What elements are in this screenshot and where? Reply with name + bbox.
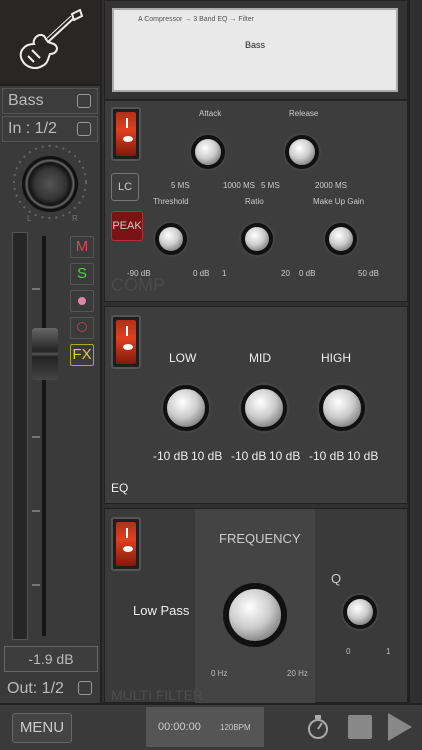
makeup-gain-label: Make Up Gain	[313, 197, 365, 206]
play-button[interactable]	[388, 713, 412, 741]
eq-title: EQ	[111, 481, 129, 495]
channel-strip: Bass In : 1/2 L R M S FX -1.9 dB Out: 1/…	[0, 0, 102, 703]
fader-track	[42, 236, 46, 636]
power-icon	[116, 112, 136, 156]
eq-mid-min: -10 dB	[231, 449, 267, 463]
pan-right-label: R	[72, 214, 78, 223]
eq-low-min: -10 dB	[153, 449, 189, 463]
app: Bass In : 1/2 L R M S FX -1.9 dB Out: 1/…	[0, 0, 422, 750]
instrument-button[interactable]	[0, 0, 100, 86]
power-icon	[116, 320, 136, 364]
channel-name-checkbox[interactable]	[77, 94, 91, 108]
time-readout: 00:00:00	[158, 721, 201, 733]
release-min: 5 MS	[261, 181, 280, 190]
release-max: 2000 MS	[315, 181, 348, 190]
q-knob[interactable]	[343, 595, 377, 629]
makeup-gain-knob[interactable]	[325, 223, 357, 255]
next-channel-edge[interactable]	[408, 0, 422, 703]
mute-button[interactable]: M	[70, 236, 94, 258]
threshold-max: 0 dB	[193, 269, 210, 278]
ratio-max: 20	[281, 269, 290, 278]
fader-tick	[32, 584, 40, 586]
record-button[interactable]	[70, 290, 94, 312]
effect-chain-text: A Compressor → 3 Band EQ → Filter	[138, 16, 254, 23]
monitor-button[interactable]	[70, 317, 94, 339]
eq-high-label: HIGH	[321, 351, 351, 365]
power-icon	[116, 522, 136, 566]
eq-power-switch[interactable]	[111, 315, 141, 369]
compressor-watermark: COMP	[111, 275, 165, 295]
eq-mid-max: 10 dB	[269, 449, 301, 463]
electric-guitar-icon	[19, 8, 84, 69]
fader-tick	[32, 510, 40, 512]
channel-name: Bass	[8, 92, 44, 109]
makeup-gain-min: 0 dB	[299, 269, 316, 278]
frequency-knob[interactable]	[223, 583, 287, 647]
eq-mid-knob[interactable]	[241, 385, 287, 431]
menu-button[interactable]: MENU	[12, 713, 72, 743]
filter-watermark: MULTI FILTER	[111, 687, 204, 703]
eq-panel: LOW -10 dB 10 dB MID -10 dB 10 dB HIGH -…	[104, 306, 408, 504]
filter-type-selector[interactable]: Low Pass	[133, 603, 189, 618]
release-knob[interactable]	[285, 135, 319, 169]
volume-readout: -1.9 dB	[4, 646, 98, 672]
ratio-knob[interactable]	[241, 223, 273, 255]
transport-bar: MENU 00:00:00 120BPM	[0, 703, 422, 750]
fader-tick	[32, 436, 40, 438]
frequency-min: 0 Hz	[211, 669, 228, 678]
preset-name: Bass	[244, 40, 265, 50]
time-display: 00:00:00 120BPM	[146, 707, 264, 747]
monitor-icon	[77, 322, 87, 332]
frequency-label: FREQUENCY	[219, 531, 301, 546]
filter-panel: FREQUENCY Low Pass 0 Hz 20 Hz Q 0 1 MULT…	[104, 508, 408, 703]
volume-fader-handle[interactable]	[32, 328, 58, 380]
eq-mid-label: MID	[249, 351, 271, 365]
fader-tick	[32, 288, 40, 290]
record-icon	[78, 297, 86, 305]
input-label: In : 1/2	[8, 120, 57, 137]
input-checkbox[interactable]	[77, 122, 91, 136]
attack-knob[interactable]	[191, 135, 225, 169]
pan-knob[interactable]	[22, 156, 78, 212]
ratio-label: Ratio	[245, 197, 264, 206]
channel-name-row[interactable]: Bass	[2, 88, 98, 114]
output-row[interactable]: Out: 1/2	[2, 676, 98, 702]
bpm-readout: 120BPM	[220, 723, 251, 732]
eq-low-label: LOW	[169, 351, 197, 365]
eq-high-min: -10 dB	[309, 449, 345, 463]
output-checkbox[interactable]	[78, 681, 92, 695]
eq-high-max: 10 dB	[347, 449, 379, 463]
fx-button[interactable]: FX	[70, 344, 94, 366]
compressor-panel: LC PEAK Attack 5 MS 1000 MS Release 5 MS…	[104, 100, 408, 302]
attack-min: 5 MS	[171, 181, 190, 190]
attack-label: Attack	[199, 109, 222, 118]
preset-display[interactable]: A Compressor → 3 Band EQ → Filter Bass	[112, 8, 398, 92]
peak-button[interactable]: PEAK	[111, 211, 143, 241]
threshold-label: Threshold	[153, 197, 189, 206]
level-meter	[12, 232, 28, 640]
metronome-button[interactable]	[306, 713, 330, 741]
q-label: Q	[331, 571, 342, 586]
ratio-min: 1	[222, 269, 227, 278]
pan-left-label: L	[27, 214, 32, 223]
stop-button[interactable]	[348, 715, 372, 739]
filter-power-switch[interactable]	[111, 517, 141, 571]
eq-high-knob[interactable]	[319, 385, 365, 431]
q-min: 0	[346, 647, 351, 656]
attack-max: 1000 MS	[223, 181, 256, 190]
frequency-max: 20 Hz	[287, 669, 308, 678]
metronome-icon	[308, 715, 328, 739]
release-label: Release	[289, 109, 319, 118]
output-label: Out: 1/2	[7, 680, 64, 697]
solo-button[interactable]: S	[70, 263, 94, 285]
eq-low-knob[interactable]	[163, 385, 209, 431]
q-max: 1	[386, 647, 391, 656]
compressor-power-switch[interactable]	[111, 107, 141, 161]
lc-button[interactable]: LC	[111, 173, 139, 201]
threshold-knob[interactable]	[155, 223, 187, 255]
eq-low-max: 10 dB	[191, 449, 223, 463]
makeup-gain-max: 50 dB	[358, 269, 379, 278]
